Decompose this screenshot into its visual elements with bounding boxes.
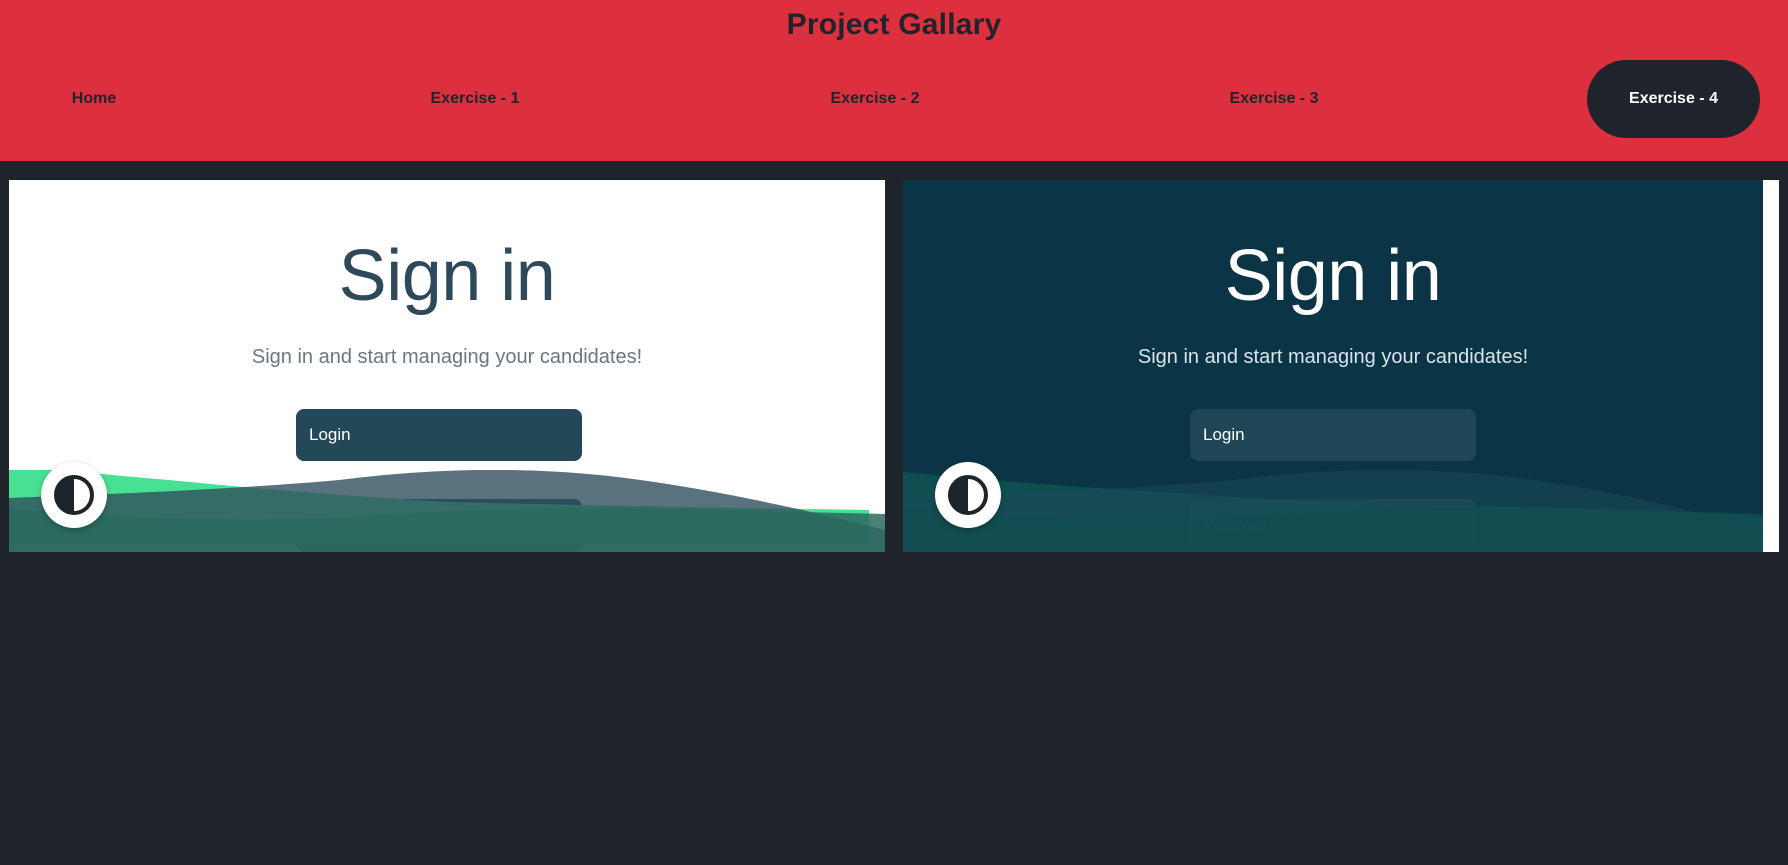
nav-exercise-2[interactable]: Exercise - 2: [815, 60, 935, 138]
sign-in-heading: Sign in: [1224, 236, 1442, 316]
nav-exercise-4[interactable]: Exercise - 4: [1587, 60, 1760, 138]
sign-in-heading: Sign in: [338, 236, 556, 316]
nav-home[interactable]: Home: [44, 60, 144, 138]
contrast-icon: [54, 475, 94, 515]
light-theme-preview: Sign in Sign in and start managing your …: [9, 180, 885, 552]
theme-toggle-button[interactable]: [41, 462, 107, 528]
login-field[interactable]: Login: [1190, 409, 1476, 461]
site-header: Project Gallary Home Exercise - 1 Exerci…: [0, 0, 1788, 161]
sign-in-subtitle: Sign in and start managing your candidat…: [1137, 346, 1529, 368]
sign-in-subtitle: Sign in and start managing your candidat…: [251, 346, 643, 368]
login-field[interactable]: Login: [296, 409, 582, 461]
main-nav: Home Exercise - 1 Exercise - 2 Exercise …: [0, 60, 1788, 138]
nav-exercise-3[interactable]: Exercise - 3: [1214, 60, 1334, 138]
nav-exercise-1[interactable]: Exercise - 1: [415, 60, 535, 138]
dark-theme-preview: Sign in Sign in and start managing your …: [903, 180, 1779, 552]
contrast-icon: [948, 475, 988, 515]
theme-toggle-button[interactable]: [935, 462, 1001, 528]
site-title: Project Gallary: [786, 8, 1002, 41]
password-field[interactable]: Password: [296, 499, 582, 551]
password-field[interactable]: Password: [1190, 499, 1476, 551]
